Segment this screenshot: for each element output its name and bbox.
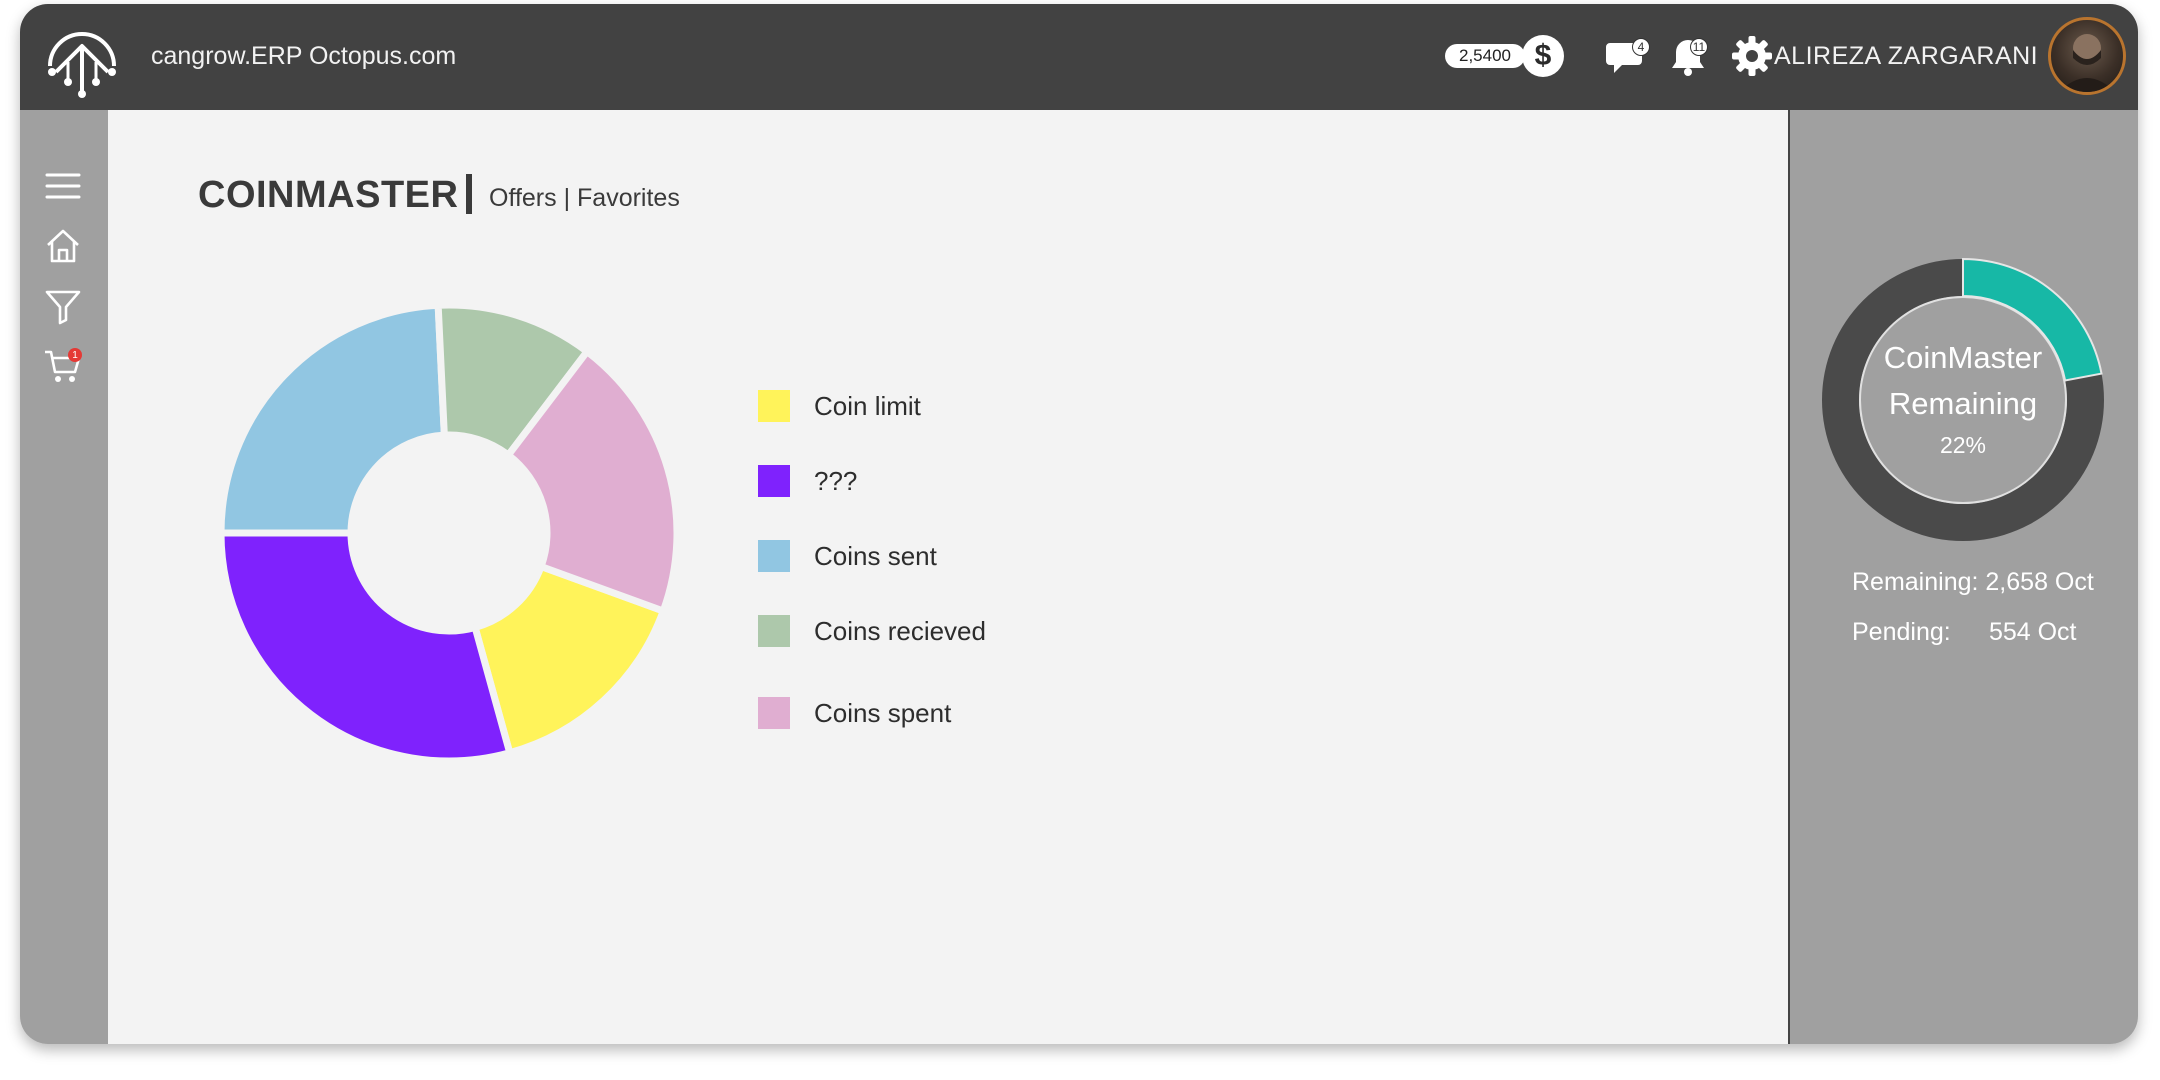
donut-slice-1[interactable] [217, 529, 515, 765]
ring-title-line1: CoinMaster [1883, 340, 2043, 375]
user-name[interactable]: ALIREZA ZARGARANI [1774, 42, 2038, 71]
legend-item[interactable]: Coin limit [758, 390, 1118, 422]
ring-title-line2: Remaining [1888, 386, 2038, 421]
octopus-logo-icon[interactable] [40, 16, 124, 100]
remaining-value: 2,658 Oct [1985, 568, 2094, 596]
legend-swatch [758, 615, 790, 647]
avatar[interactable] [2048, 17, 2126, 95]
ring-percent: 22% [1939, 432, 1987, 458]
legend-item[interactable]: Coins spent [758, 697, 1118, 729]
ring-title: CoinMaster Remaining [1818, 335, 2108, 427]
pending-row: Pending: 554 Oct [1852, 618, 2077, 647]
links-separator: | [563, 184, 571, 212]
legend-label: Coins sent [814, 540, 937, 571]
home-icon[interactable] [43, 226, 83, 266]
hamburger-menu-icon[interactable] [43, 166, 83, 206]
legend-label: Coin limit [814, 390, 921, 421]
legend-label: Coins recieved [814, 615, 986, 646]
legend-swatch [758, 697, 790, 729]
coinmaster-remaining-panel: CoinMaster Remaining 22% Remaining: 2,65… [1788, 110, 2138, 1044]
remaining-label: Remaining: [1852, 568, 1979, 596]
pending-value: 554 Oct [1988, 618, 2077, 646]
coins-donut-chart [217, 301, 681, 765]
dollar-coin-icon[interactable]: $ [1522, 35, 1564, 77]
avatar-portrait-icon [2059, 34, 2115, 92]
legend-item[interactable]: ??? [758, 465, 1118, 497]
legend-swatch [758, 390, 790, 422]
legend-swatch [758, 465, 790, 497]
filter-icon[interactable] [43, 286, 83, 326]
app-window: cangrow.ERP Octopus.com 2,5400 $ 4 11 AL… [20, 4, 2138, 1044]
main-content: COINMASTER Offers | Favorites Coin limit… [108, 110, 1788, 1044]
legend-item[interactable]: Coins sent [758, 540, 1118, 572]
notifications-badge: 11 [1690, 38, 1708, 56]
messages-badge: 4 [1632, 38, 1650, 56]
top-bar: cangrow.ERP Octopus.com 2,5400 $ 4 11 AL… [20, 4, 2138, 110]
offers-link[interactable]: Offers [489, 184, 557, 212]
page-title: COINMASTER [198, 174, 459, 216]
cart-badge: 1 [68, 348, 82, 362]
coin-balance[interactable]: 2,5400 [1445, 44, 1525, 68]
legend-swatch [758, 540, 790, 572]
legend-label: ??? [814, 465, 858, 496]
site-title: cangrow.ERP Octopus.com [151, 42, 457, 70]
legend-item[interactable]: Coins recieved [758, 615, 1118, 647]
sub-links: Offers | Favorites [489, 184, 680, 213]
title-separator [466, 174, 472, 214]
remaining-row: Remaining: 2,658 Oct [1852, 568, 2094, 597]
pending-label: Pending: [1852, 618, 1951, 646]
donut-slice-2[interactable] [217, 301, 448, 537]
favorites-link[interactable]: Favorites [577, 184, 680, 212]
sidebar: 1 [20, 110, 108, 1044]
gear-icon[interactable] [1730, 34, 1774, 78]
legend-label: Coins spent [814, 697, 952, 728]
